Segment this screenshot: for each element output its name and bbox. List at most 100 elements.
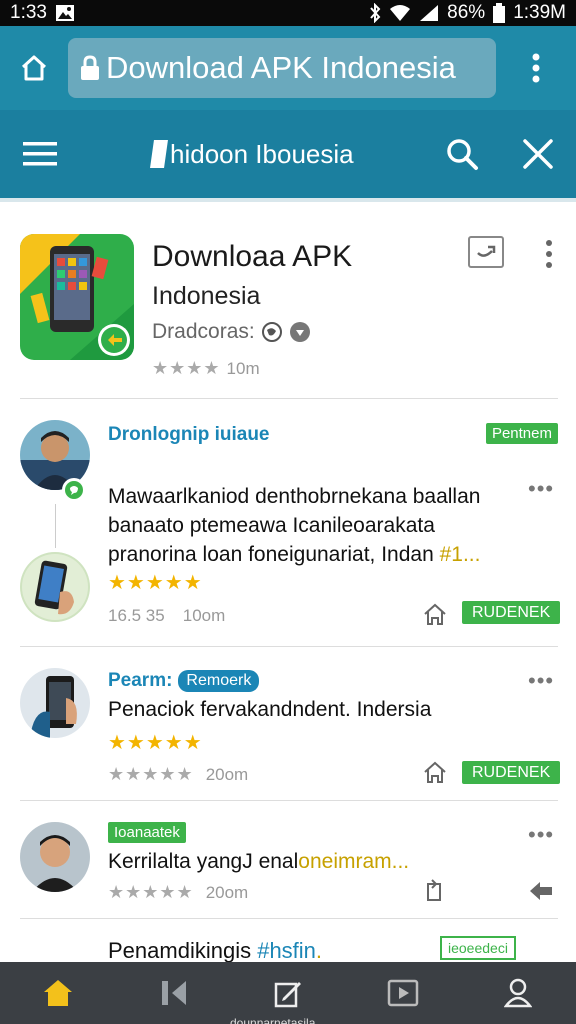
feed-badge: Pentnem: [485, 423, 558, 444]
feed-meta: 16.5 35 10om: [108, 606, 225, 626]
feed-body: Kerrilalta yangJ enaloneimram...: [108, 850, 409, 874]
repost-button[interactable]: [422, 878, 446, 909]
app-icon: [20, 234, 134, 360]
browser-home-button[interactable]: [0, 26, 68, 110]
thread-line: [55, 504, 56, 548]
feed-body-line: Mawaarlkaniod denthobrnekana baallan: [108, 485, 481, 508]
more-horizontal-icon: •••: [528, 476, 555, 501]
rating-stars: ★★★★★: [108, 572, 203, 594]
avatar: [20, 822, 90, 892]
share-button[interactable]: [422, 602, 448, 631]
status-bar: 1:33 86% 1:39M: [0, 0, 576, 26]
feed-badge: Ioanaatek: [108, 822, 186, 843]
hamburger-icon: [23, 142, 57, 166]
feed-meta-size: 10om: [182, 606, 226, 625]
feed-body-highlight: #1...: [439, 543, 481, 566]
divider: [20, 646, 558, 647]
app-card[interactable]: Downloaa APK Indonesia Dradcoras: ★★★★ 1…: [0, 206, 576, 396]
status-time: 1:33: [10, 2, 47, 23]
app-developer: Dradcoras:: [152, 320, 311, 344]
feed-meta: ★★★★★ 20om: [108, 764, 248, 785]
feed-action-button[interactable]: RUDENEK: [462, 601, 561, 624]
feed-body-highlight: oneimram...: [298, 850, 410, 873]
feed-body-start: Kerrilalta yangJ enal: [108, 850, 299, 873]
page: 1:33 86% 1:39M Download APK Indonesia hi…: [0, 0, 576, 1024]
app-meta-size: 10m: [226, 358, 260, 378]
feed-meta-size: 20om: [205, 764, 249, 784]
status-clock-right: 1:39M: [513, 2, 566, 23]
install-icon: [477, 245, 496, 257]
signal-icon: [419, 4, 439, 22]
feed-action-label: RUDENEK: [462, 761, 561, 784]
search-button[interactable]: [424, 108, 500, 200]
browser-menu-button[interactable]: [496, 26, 576, 110]
feed-item[interactable]: Penamdikingis #hsfin. ieoeedeci: [0, 920, 576, 964]
status-right: 86% 1:39M: [369, 2, 566, 24]
forward-button[interactable]: [528, 880, 554, 907]
developer-name: Dradcoras:: [152, 320, 255, 343]
share-icon: [424, 761, 446, 783]
nav-caption: dounnarnetasila: [230, 1016, 316, 1024]
gallery-notification-icon: [55, 4, 75, 22]
feed-body-line: banaato ptemeawa Icanileoarakata: [108, 514, 435, 537]
more-vertical-icon: [546, 240, 552, 268]
feed-action-button[interactable]: RUDENEK: [462, 761, 561, 784]
feed-item[interactable]: Ioanaatek ••• Kerrilalta yangJ enaloneim…: [0, 802, 576, 918]
feed-title[interactable]: Dronlognip iuiaue: [108, 424, 270, 446]
globe-icon: [261, 322, 282, 342]
feed-body: Mawaarlkaniod denthobrnekana baallan ban…: [108, 482, 518, 569]
divider: [20, 800, 558, 801]
feed-more-button[interactable]: •••: [528, 668, 554, 694]
feed-meta: ★★★★★ 20om: [108, 882, 248, 903]
url-text: Download APK Indonesia: [106, 50, 456, 85]
rating-stars-gray: ★★★★★: [108, 882, 194, 902]
browser-toolbar: Download APK Indonesia: [0, 26, 576, 110]
app-header: hidoon Ibouesia: [0, 110, 576, 202]
app-rating-stars: ★★★★: [152, 358, 221, 378]
rewind-icon: [161, 981, 186, 1005]
share-button[interactable]: [422, 760, 448, 789]
close-button[interactable]: [500, 108, 576, 200]
bottom-nav: [0, 962, 576, 1024]
feed-badge: ieoeedeci: [440, 936, 516, 960]
avatar: [20, 668, 90, 738]
feed-meta-left: 16.5 35: [108, 606, 165, 625]
nav-edit[interactable]: [253, 962, 323, 1024]
battery-percent: 86%: [447, 2, 486, 23]
more-horizontal-icon: •••: [528, 668, 555, 693]
repost-icon: [427, 879, 441, 901]
online-badge: [62, 478, 86, 502]
lock-icon: [80, 55, 100, 81]
feed-title[interactable]: Penamdikingis #hsfin.: [108, 938, 322, 964]
home-icon: [21, 55, 47, 81]
url-bar[interactable]: Download APK Indonesia: [68, 38, 496, 98]
feed-action-label: RUDENEK: [462, 601, 561, 624]
app-name: Downloaa APK: [152, 240, 353, 273]
nav-back[interactable]: [138, 962, 208, 1024]
more-vertical-icon: [532, 53, 540, 83]
app-more-button[interactable]: [538, 236, 560, 272]
home-icon: [43, 980, 72, 1006]
feed-meta-size: 20om: [205, 882, 249, 902]
avatar: [20, 552, 90, 622]
feed-body: Penaciok fervakandndent. Indersia: [108, 698, 432, 721]
nav-home[interactable]: [23, 962, 93, 1024]
more-horizontal-icon: •••: [528, 822, 555, 847]
chat-icon: [65, 481, 83, 499]
nav-media[interactable]: [368, 962, 438, 1024]
install-button[interactable]: [468, 236, 504, 268]
rating-stars-gray: ★★★★★: [108, 764, 194, 784]
feed-title-row: Pearm: Remoerk: [108, 670, 260, 692]
wifi-icon: [389, 4, 411, 22]
feed-more-button[interactable]: •••: [528, 822, 554, 848]
feed-title[interactable]: Pearm:: [108, 670, 172, 692]
close-icon: [523, 139, 553, 169]
feed-item[interactable]: Dronlognip iuiaue Pentnem ••• Mawaarlkan…: [0, 400, 576, 646]
nav-profile[interactable]: [483, 962, 553, 1024]
header-title: hidoon Ibouesia: [80, 139, 424, 170]
feed-item[interactable]: Pearm: Remoerk ••• Penaciok fervakandnde…: [0, 648, 576, 800]
share-icon: [424, 603, 446, 625]
feed-more-button[interactable]: •••: [528, 476, 554, 502]
app-meta: ★★★★ 10m: [152, 358, 260, 379]
menu-button[interactable]: [0, 108, 80, 200]
